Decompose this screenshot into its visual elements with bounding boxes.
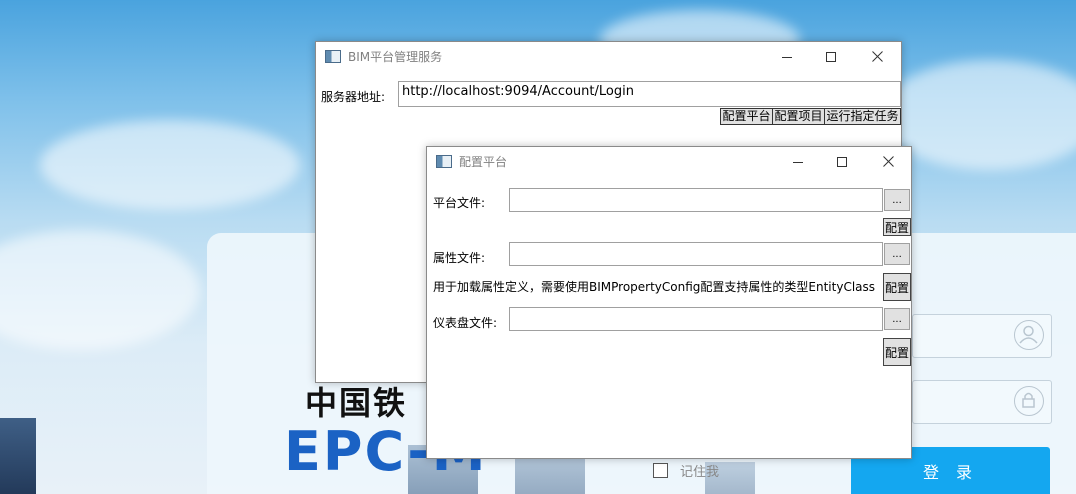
- property-file-hint: 用于加载属性定义，需要使用BIMPropertyConfig配置支持属性的类型E…: [433, 280, 876, 294]
- server-address-label: 服务器地址:: [321, 90, 386, 104]
- building-illustration: [0, 418, 36, 494]
- lock-icon: [1014, 386, 1044, 416]
- config-platform-button[interactable]: 配置平台: [720, 108, 773, 125]
- remember-label: 记住我: [680, 465, 720, 480]
- property-file-browse-button[interactable]: ...: [884, 243, 910, 265]
- config-platform-dialog: 配置平台 平台文件: ... 配置 属性文件: ... 用于加载属性定义，需要使…: [426, 146, 912, 459]
- password-field[interactable]: [912, 380, 1052, 424]
- main-window-title: BIM平台管理服务: [348, 50, 443, 64]
- cloud-decoration: [0, 230, 200, 350]
- user-icon: [1014, 320, 1044, 350]
- dashboard-file-config-button[interactable]: 配置: [883, 338, 911, 366]
- username-field[interactable]: [912, 314, 1052, 358]
- platform-file-config-button[interactable]: 配置: [883, 218, 911, 236]
- server-address-input[interactable]: http://localhost:9094/Account/Login: [398, 81, 901, 107]
- minimize-icon: [793, 161, 803, 163]
- maximize-icon: [837, 156, 847, 167]
- maximize-icon: [826, 51, 836, 62]
- close-icon: [871, 51, 883, 62]
- minimize-icon: [782, 56, 792, 58]
- dashboard-file-browse-button[interactable]: ...: [884, 308, 910, 330]
- remember-checkbox[interactable]: [653, 463, 668, 478]
- brand-chinese-name: 中国铁: [305, 384, 408, 422]
- dialog-titlebar[interactable]: 配置平台: [427, 147, 911, 176]
- cloud-decoration: [40, 120, 300, 210]
- platform-file-input[interactable]: [509, 188, 883, 212]
- dialog-title: 配置平台: [459, 155, 508, 169]
- dashboard-file-input[interactable]: [509, 307, 883, 331]
- maximize-button[interactable]: [808, 42, 854, 71]
- config-project-button[interactable]: 配置项目: [772, 108, 825, 125]
- dialog-close-button[interactable]: [865, 147, 911, 176]
- remember-me[interactable]: 记住我: [653, 461, 719, 480]
- dashboard-file-label: 仪表盘文件:: [433, 316, 498, 330]
- platform-file-label: 平台文件:: [433, 196, 486, 210]
- main-window-titlebar[interactable]: BIM平台管理服务: [316, 42, 901, 71]
- app-icon: [436, 155, 452, 168]
- property-file-label: 属性文件:: [433, 251, 486, 265]
- property-file-config-button[interactable]: 配置: [883, 273, 911, 301]
- dialog-minimize-button[interactable]: [775, 147, 821, 176]
- minimize-button[interactable]: [764, 42, 810, 71]
- app-icon: [325, 50, 341, 63]
- close-icon: [882, 156, 894, 167]
- platform-file-browse-button[interactable]: ...: [884, 189, 910, 211]
- dialog-maximize-button[interactable]: [819, 147, 865, 176]
- run-task-button[interactable]: 运行指定任务: [824, 108, 901, 125]
- property-file-input[interactable]: [509, 242, 883, 266]
- close-button[interactable]: [854, 42, 900, 71]
